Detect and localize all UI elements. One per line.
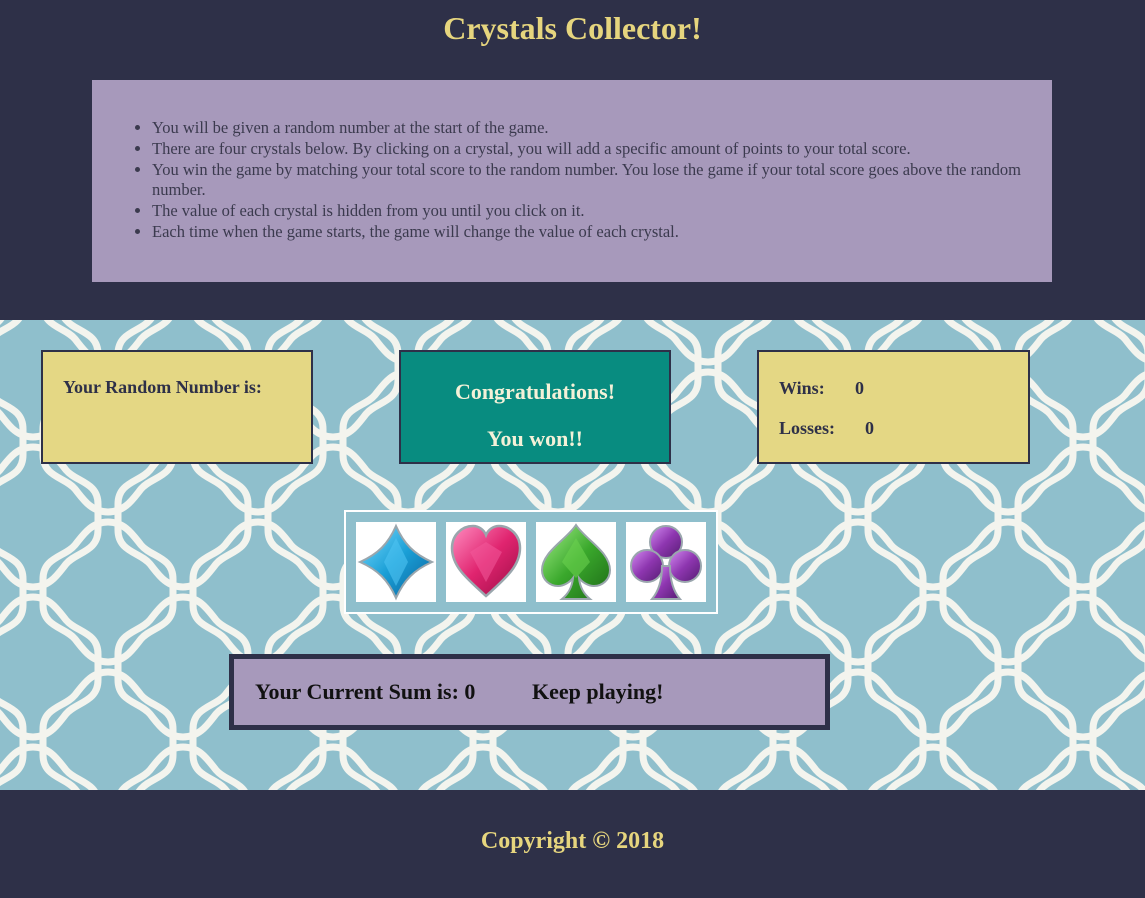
rule-item: There are four crystals below. By clicki… [152,139,1022,160]
random-number-label: Your Random Number is: [63,377,262,397]
blue-diamond-crystal-icon [357,523,435,601]
green-spade-crystal-button[interactable] [536,522,616,602]
message-subtitle: You won!! [487,426,583,451]
green-spade-crystal-icon [540,523,612,600]
game-status: Keep playing! [532,679,664,704]
crystals-container [344,510,718,614]
header: Crystals Collector! You will be given a … [0,0,1145,320]
message-title: Congratulations! [454,379,616,404]
game-area: Your Random Number is: Congratulations! … [0,320,1145,790]
losses-label: Losses: [779,418,836,438]
footer: Copyright © 2018 [0,790,1145,898]
rule-item: Each time when the game starts, the game… [152,222,1022,243]
losses-count: 0 [865,418,874,438]
rules-list: You will be given a random number at the… [92,80,1052,243]
current-sum-label: Your Current Sum is: 0 [255,679,476,704]
wins-count: 0 [855,378,864,398]
blue-diamond-crystal-button[interactable] [356,522,436,602]
page-title: Crystals Collector! [443,10,702,46]
purple-club-crystal-icon [630,525,702,600]
random-number-panel: Your Random Number is: [41,350,313,464]
wins-label: Wins: [779,378,825,398]
rule-item: The value of each crystal is hidden from… [152,201,1022,222]
pink-heart-crystal-icon [450,524,522,598]
copyright-text: Copyright © 2018 [480,828,665,854]
scoreboard-panel: Wins: 0 Losses: 0 [757,350,1030,464]
current-sum-panel: Your Current Sum is: 0 Keep playing! [229,654,830,730]
purple-club-crystal-button[interactable] [626,522,706,602]
rule-item: You win the game by matching your total … [152,160,1022,202]
rules-panel: You will be given a random number at the… [92,80,1052,282]
pink-heart-crystal-button[interactable] [446,522,526,602]
rule-item: You will be given a random number at the… [152,118,1022,139]
message-panel: Congratulations! You won!! [399,350,671,464]
